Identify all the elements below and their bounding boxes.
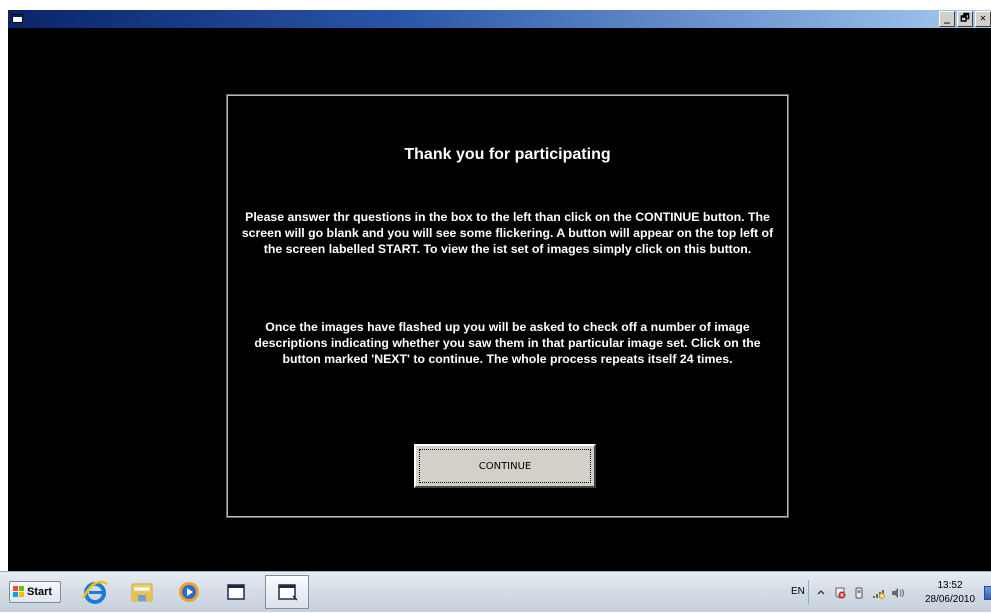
instructions-paragraph-1: Please answer thr questions in the box t… bbox=[241, 210, 774, 256]
window-icon[interactable] bbox=[12, 14, 23, 23]
start-label: Start bbox=[27, 586, 53, 598]
volume-icon[interactable] bbox=[891, 586, 907, 598]
tray-separator bbox=[808, 580, 809, 604]
media-player-icon[interactable] bbox=[174, 578, 204, 606]
internet-explorer-icon[interactable] bbox=[80, 578, 110, 606]
dialog-title: Thank you for participating bbox=[404, 146, 611, 163]
action-center-icon[interactable] bbox=[834, 586, 846, 599]
application-window: _ 🗗 ✕ Thank you for participating Please… bbox=[0, 0, 991, 571]
windows-logo-icon bbox=[13, 586, 25, 598]
instructions-dialog: Thank you for participating Please answe… bbox=[226, 94, 789, 518]
caption-buttons: _ 🗗 ✕ bbox=[937, 11, 991, 27]
minimize-button[interactable]: _ bbox=[939, 11, 955, 27]
clock-date[interactable]: 28/06/2010 bbox=[922, 594, 978, 605]
clock-time[interactable]: 13:52 bbox=[930, 580, 970, 591]
network-icon[interactable] bbox=[872, 586, 886, 599]
title-bar[interactable]: _ 🗗 ✕ bbox=[8, 10, 991, 28]
window-client-area: Thank you for participating Please answe… bbox=[8, 28, 991, 571]
continue-button-label: CONTINUE bbox=[478, 460, 532, 472]
close-button[interactable]: ✕ bbox=[975, 11, 991, 27]
show-hidden-icons-chevron-icon[interactable] bbox=[815, 586, 827, 598]
app-window-icon[interactable] bbox=[221, 578, 251, 606]
windows-explorer-icon[interactable] bbox=[127, 578, 157, 606]
taskbar: Start EN 13:52 28/06/2010 bbox=[0, 571, 991, 612]
show-desktop-button[interactable] bbox=[984, 586, 991, 600]
device-icon[interactable] bbox=[853, 586, 865, 599]
instructions-paragraph-2: Once the images have flashed up you will… bbox=[254, 320, 761, 366]
app-window-active-icon[interactable] bbox=[265, 575, 309, 609]
language-indicator[interactable]: EN bbox=[791, 586, 805, 597]
continue-button[interactable]: CONTINUE bbox=[414, 444, 596, 488]
restore-button[interactable]: 🗗 bbox=[957, 11, 973, 27]
start-button[interactable]: Start bbox=[9, 581, 61, 603]
